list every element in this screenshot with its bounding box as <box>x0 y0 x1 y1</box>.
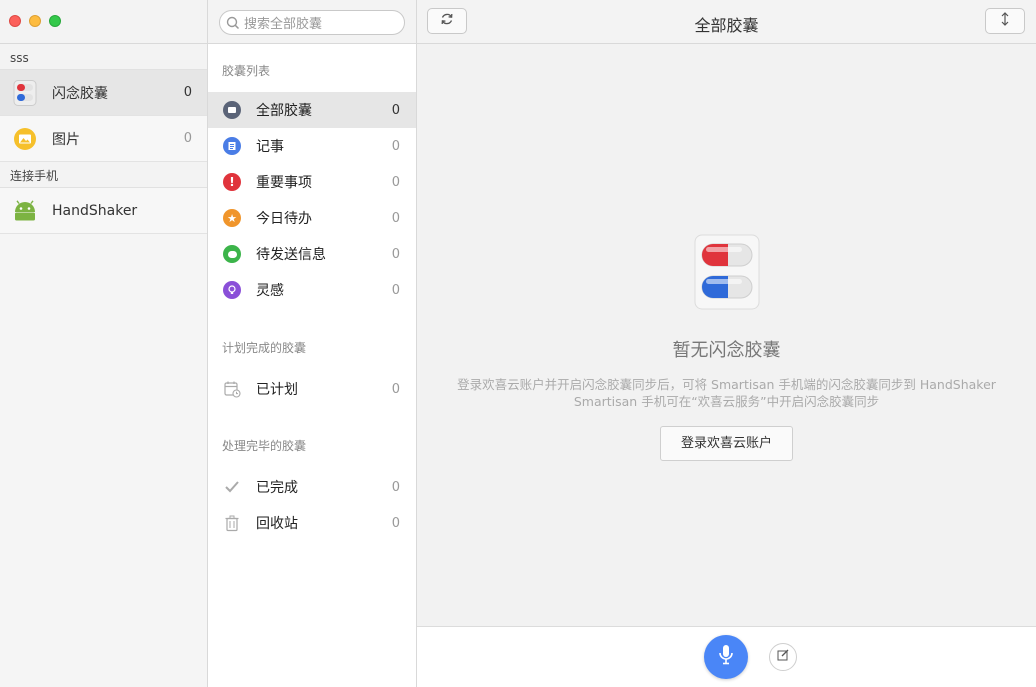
mic-icon <box>718 644 734 670</box>
sidebar-item-label: HandShaker <box>52 202 138 219</box>
list-item-planned[interactable]: 已计划 0 <box>208 371 416 407</box>
section-label-processed: 处理完毕的胶囊 <box>222 439 307 453</box>
page-title: 全部胶囊 <box>694 16 759 35</box>
list-item-count: 0 <box>391 174 400 190</box>
close-window-button[interactable] <box>9 15 21 27</box>
search-bar: 搜索全部胶囊 <box>208 0 416 44</box>
search-icon <box>226 16 240 30</box>
all-capsules-icon <box>222 100 242 120</box>
sidebar-item-count: 0 <box>183 85 192 100</box>
list-item-count: 0 <box>391 246 400 262</box>
picture-icon <box>12 126 38 152</box>
sidebar-item-count: 0 <box>183 131 192 146</box>
list-item-label: 回收站 <box>256 516 298 532</box>
capsule-list-panel: 搜索全部胶囊 胶囊列表 全部胶囊 0 记事 0 ! 重要事项 0 ★ 今日待办 … <box>208 0 417 687</box>
record-voice-button[interactable] <box>704 635 748 679</box>
capsule-icon <box>694 234 760 314</box>
sidebar-item-pictures[interactable]: 图片 0 <box>0 116 207 162</box>
window-titlebar <box>0 0 207 44</box>
empty-state: 暂无闪念胶囊 登录欢喜云账户并开启闪念胶囊同步后，可将 Smartisan 手机… <box>417 234 1036 461</box>
calendar-icon <box>222 379 242 399</box>
list-item-inspiration[interactable]: 灵感 0 <box>208 272 416 308</box>
login-account-button[interactable]: 登录欢喜云账户 <box>659 426 793 461</box>
main-toolbar: 全部胶囊 <box>417 0 1036 44</box>
list-item-count: 0 <box>391 282 400 298</box>
notes-icon <box>222 136 242 156</box>
bottom-bar <box>417 626 1036 687</box>
edit-icon <box>777 649 789 665</box>
sort-icon <box>1000 11 1010 31</box>
empty-state-description: 登录欢喜云账户并开启闪念胶囊同步后，可将 Smartisan 手机端的闪念胶囊同… <box>417 376 1036 410</box>
search-input[interactable]: 搜索全部胶囊 <box>219 10 405 35</box>
list-item-trash[interactable]: 回收站 0 <box>208 505 416 541</box>
list-item-label: 已完成 <box>256 480 298 496</box>
list-item-count: 0 <box>391 515 400 531</box>
zoom-window-button[interactable] <box>49 15 61 27</box>
list-item-label: 已计划 <box>256 382 298 398</box>
list-item-count: 0 <box>391 479 400 495</box>
list-item-label: 今日待办 <box>256 211 312 227</box>
important-icon: ! <box>222 172 242 192</box>
list-item-count: 0 <box>391 138 400 154</box>
list-item-important[interactable]: ! 重要事项 0 <box>208 164 416 200</box>
list-item-count: 0 <box>391 381 400 397</box>
sort-button[interactable] <box>985 8 1025 34</box>
list-item-count: 0 <box>391 210 400 226</box>
list-item-count: 0 <box>391 102 400 118</box>
message-icon <box>222 244 242 264</box>
empty-state-desc-line1: 登录欢喜云账户并开启闪念胶囊同步后，可将 Smartisan 手机端的闪念胶囊同… <box>457 377 996 392</box>
empty-state-desc-line2: Smartisan 手机可在“欢喜云服务”中开启闪念胶囊同步 <box>573 394 880 409</box>
main-panel: 全部胶囊 暂无闪念胶囊 登录欢喜云账户并开启闪念胶囊同步后，可将 Smartis… <box>417 0 1036 687</box>
empty-state-title: 暂无闪念胶囊 <box>672 340 781 361</box>
list-item-completed[interactable]: 已完成 0 <box>208 469 416 505</box>
sidebar-item-capsules[interactable]: 闪念胶囊 0 <box>0 70 207 116</box>
sidebar: sss 闪念胶囊 0 图片 0 连接手机 HandShaker <box>0 0 208 687</box>
list-item-label: 记事 <box>256 139 284 155</box>
lightbulb-icon <box>222 280 242 300</box>
list-item-all[interactable]: 全部胶囊 0 <box>208 92 416 128</box>
section-label-planned: 计划完成的胶囊 <box>222 341 307 355</box>
list-item-notes[interactable]: 记事 0 <box>208 128 416 164</box>
section-label-capsules: 胶囊列表 <box>222 64 271 78</box>
capsule-icon <box>12 79 38 106</box>
star-icon: ★ <box>222 208 242 228</box>
minimize-window-button[interactable] <box>29 15 41 27</box>
list-item-label: 待发送信息 <box>256 247 326 263</box>
sidebar-item-handshaker[interactable]: HandShaker <box>0 188 207 234</box>
trash-icon <box>222 513 242 533</box>
new-text-capsule-button[interactable] <box>769 643 797 671</box>
sidebar-item-label: 闪念胶囊 <box>52 85 108 102</box>
search-placeholder: 搜索全部胶囊 <box>244 17 323 32</box>
list-item-pending-messages[interactable]: 待发送信息 0 <box>208 236 416 272</box>
list-item-label: 灵感 <box>256 283 284 299</box>
list-item-label: 全部胶囊 <box>256 103 312 119</box>
list-item-label: 重要事项 <box>256 175 312 191</box>
account-group-label: sss <box>0 44 207 70</box>
sidebar-item-label: 图片 <box>52 131 80 148</box>
check-icon <box>222 477 242 497</box>
android-icon <box>12 198 38 224</box>
list-item-today[interactable]: ★ 今日待办 0 <box>208 200 416 236</box>
phone-group-label: 连接手机 <box>0 162 207 188</box>
